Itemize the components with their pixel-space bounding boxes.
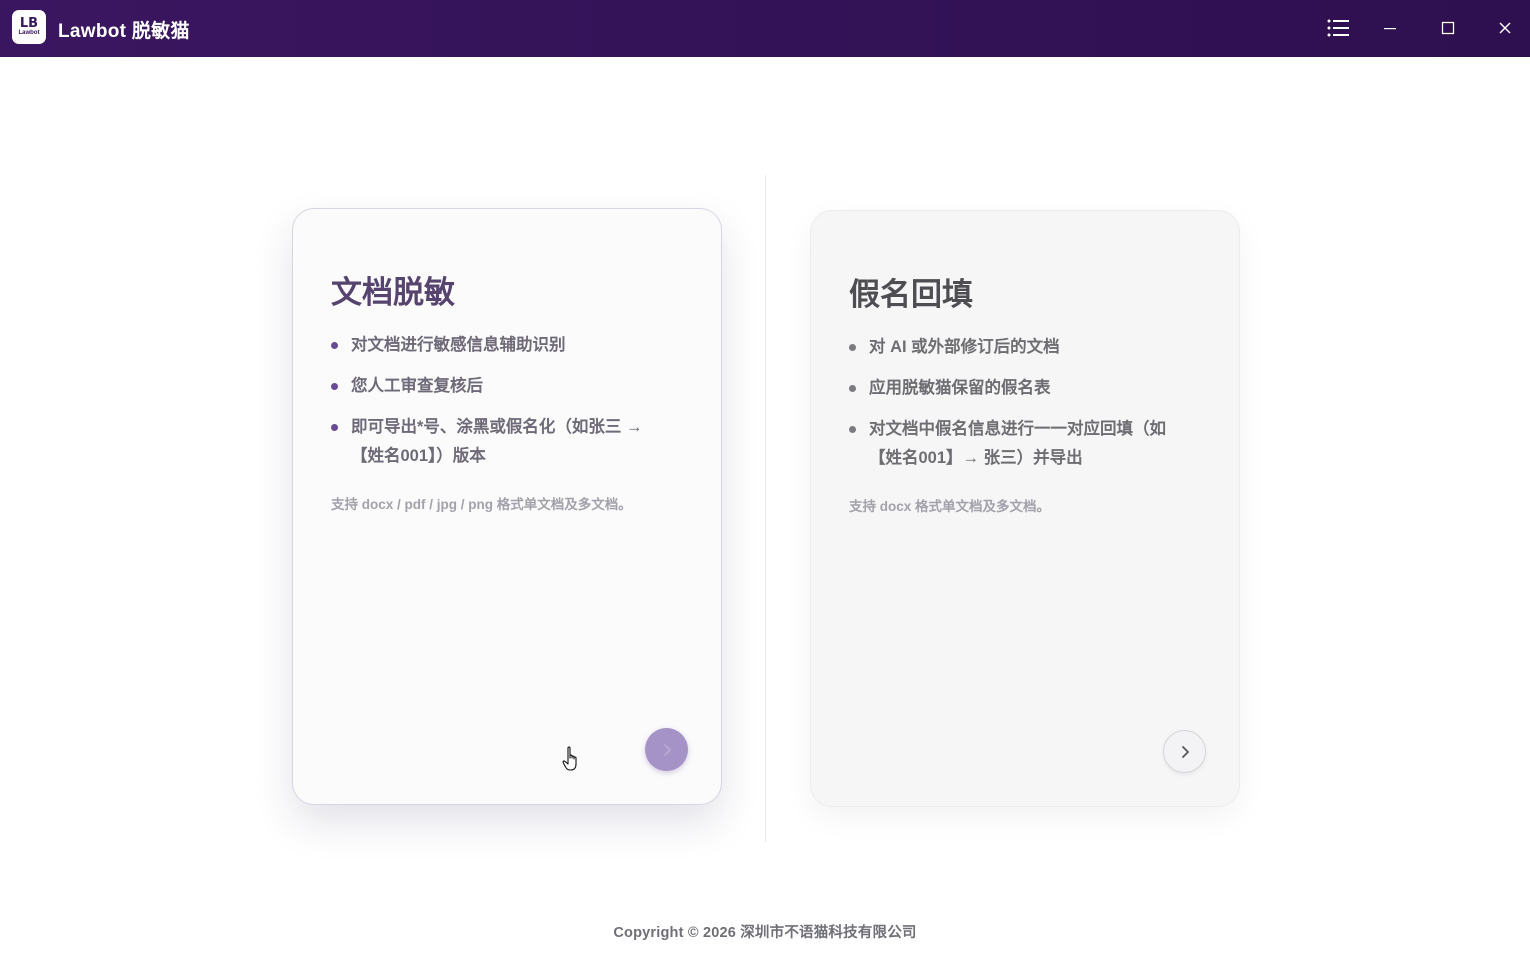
bullet-dot bbox=[849, 344, 856, 351]
list-item-text: 应用脱敏猫保留的假名表 bbox=[869, 379, 1051, 397]
bullet-dot bbox=[331, 424, 338, 431]
list-item-text: 对 AI 或外部修订后的文档 bbox=[869, 338, 1060, 356]
list-item: 您人工审查复核后 bbox=[331, 372, 671, 401]
enter-button[interactable] bbox=[645, 728, 688, 771]
menu-button[interactable] bbox=[1324, 14, 1352, 42]
maximize-button[interactable] bbox=[1434, 14, 1462, 42]
feature-list: 对 AI 或外部修订后的文档 应用脱敏猫保留的假名表 对文档中假名信息进行一一对… bbox=[849, 333, 1189, 485]
bullet-dot bbox=[849, 385, 856, 392]
list-item-text: 您人工审查复核后 bbox=[351, 377, 483, 395]
minimize-icon bbox=[1384, 28, 1396, 30]
card-title: 文档脱敏 bbox=[331, 275, 455, 310]
card-title: 假名回填 bbox=[849, 277, 973, 312]
app-logo: LB Lawbot bbox=[12, 10, 46, 44]
close-icon bbox=[1499, 22, 1511, 34]
bullet-dot bbox=[331, 383, 338, 390]
maximize-icon bbox=[1441, 21, 1455, 35]
bullet-dot bbox=[331, 342, 338, 349]
card-document-desensitize[interactable]: 文档脱敏 对文档进行敏感信息辅助识别 您人工审查复核后 即可导出*号、涂黑或假名… bbox=[292, 208, 722, 805]
format-note: 支持 docx 格式单文档及多文档。 bbox=[849, 499, 1051, 514]
list-item: 对文档中假名信息进行一一对应回填（如【姓名001】→ 张三）并导出 bbox=[849, 415, 1189, 473]
copyright-footer: Copyright © 2026 深圳市不语猫科技有限公司 bbox=[613, 925, 917, 941]
enter-button[interactable] bbox=[1163, 730, 1206, 773]
list-item: 对 AI 或外部修订后的文档 bbox=[849, 333, 1189, 362]
list-item-text: 对文档进行敏感信息辅助识别 bbox=[351, 336, 566, 354]
center-divider bbox=[765, 175, 766, 842]
logo-mark: LB bbox=[19, 16, 39, 31]
app-title: Lawbot 脱敏猫 bbox=[58, 21, 190, 42]
chevron-right-icon bbox=[1181, 745, 1189, 758]
hand-cursor-icon bbox=[562, 746, 577, 771]
format-note: 支持 docx / pdf / jpg / png 格式单文档及多文档。 bbox=[331, 497, 632, 512]
list-item: 即可导出*号、涂黑或假名化（如张三 → 【姓名001】）版本 bbox=[331, 413, 671, 471]
list-item-text: 即可导出*号、涂黑或假名化（如张三 → 【姓名001】）版本 bbox=[351, 418, 643, 465]
list-item: 应用脱敏猫保留的假名表 bbox=[849, 374, 1189, 403]
chevron-right-icon bbox=[663, 743, 671, 756]
feature-list: 对文档进行敏感信息辅助识别 您人工审查复核后 即可导出*号、涂黑或假名化（如张三… bbox=[331, 331, 671, 483]
close-button[interactable] bbox=[1491, 14, 1519, 42]
bullet-dot bbox=[849, 426, 856, 433]
card-pseudonym-backfill[interactable]: 假名回填 对 AI 或外部修订后的文档 应用脱敏猫保留的假名表 对文档中假名信息… bbox=[810, 210, 1240, 807]
menu-list-icon bbox=[1327, 19, 1349, 37]
minimize-button[interactable] bbox=[1376, 14, 1404, 42]
list-item: 对文档进行敏感信息辅助识别 bbox=[331, 331, 671, 360]
title-bar: LB Lawbot Lawbot 脱敏猫 bbox=[0, 0, 1530, 57]
logo-word: Lawbot bbox=[18, 30, 40, 36]
list-item-text: 对文档中假名信息进行一一对应回填（如【姓名001】→ 张三）并导出 bbox=[869, 420, 1166, 467]
